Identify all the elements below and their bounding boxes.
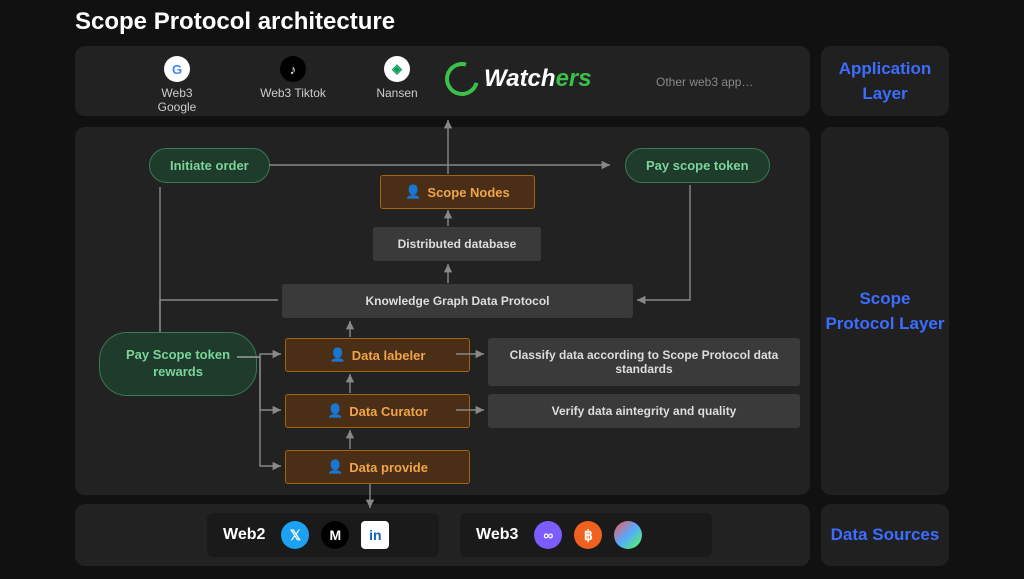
pill-initiate-order: Initiate order [149, 148, 270, 183]
user-icon: 👤 [330, 347, 346, 363]
ds-web3: Web3 ∞ ฿ [460, 513, 712, 557]
ds-web2: Web2 𝕏 M in [207, 513, 439, 557]
watchers-mid: atch [506, 65, 555, 92]
node-scope-nodes: 👤 Scope Nodes [380, 175, 535, 209]
linkedin-icon: in [361, 521, 389, 549]
side-scope-layer: Scope Protocol Layer [821, 127, 949, 495]
user-icon: 👤 [327, 403, 343, 419]
node-label: Data provide [349, 460, 428, 475]
app-watchers: Watchers [445, 62, 592, 96]
box-distributed-db: Distributed database [373, 227, 541, 261]
app-label: Nansen [367, 86, 427, 100]
node-data-provide: 👤 Data provide [285, 450, 470, 484]
watchers-pre: W [484, 65, 506, 92]
node-label: Data labeler [352, 348, 426, 363]
box-kgdp: Knowledge Graph Data Protocol [282, 284, 633, 318]
watchers-crescent-icon [439, 56, 485, 102]
side-application-layer: Application Layer [821, 46, 949, 116]
node-data-curator: 👤 Data Curator [285, 394, 470, 428]
node-data-labeler: 👤 Data labeler [285, 338, 470, 372]
app-nansen: ◈ Nansen [367, 56, 427, 100]
twitter-icon: 𝕏 [281, 521, 309, 549]
side-data-sources: Data Sources [821, 504, 949, 566]
medium-icon: M [321, 521, 349, 549]
app-other: Other web3 app… [656, 75, 753, 89]
web3-icon-3 [614, 521, 642, 549]
app-web3-tiktok: ♪ Web3 Tiktok [258, 56, 328, 100]
side-label: Application Layer [821, 56, 949, 107]
diagram-stage: Scope Protocol architecture Application … [0, 0, 1024, 579]
node-label: Data Curator [349, 404, 428, 419]
side-label-a: Scope [859, 289, 910, 308]
ds-web2-label: Web2 [223, 526, 265, 544]
google-icon: G [164, 56, 190, 82]
page-title: Scope Protocol architecture [75, 8, 395, 36]
box-verify: Verify data aintegrity and quality [488, 394, 800, 428]
user-icon: 👤 [327, 459, 343, 475]
app-label: Web3 Tiktok [258, 86, 328, 100]
nansen-icon: ◈ [384, 56, 410, 82]
ds-web3-label: Web3 [476, 526, 518, 544]
node-label: Scope Nodes [427, 185, 509, 200]
app-label: Web3 Google [142, 86, 212, 114]
web3-icon-1: ∞ [534, 521, 562, 549]
side-label-b: Protocol Layer [825, 314, 944, 333]
tiktok-icon: ♪ [280, 56, 306, 82]
watchers-post: ers [556, 65, 592, 92]
app-web3-google: G Web3 Google [142, 56, 212, 114]
user-icon: 👤 [405, 184, 421, 200]
pill-pay-rewards: Pay Scope token rewards [99, 332, 257, 396]
side-label: Data Sources [831, 522, 940, 548]
web3-icon-2: ฿ [574, 521, 602, 549]
box-classify: Classify data according to Scope Protoco… [488, 338, 800, 386]
pill-pay-scope-token: Pay scope token [625, 148, 770, 183]
